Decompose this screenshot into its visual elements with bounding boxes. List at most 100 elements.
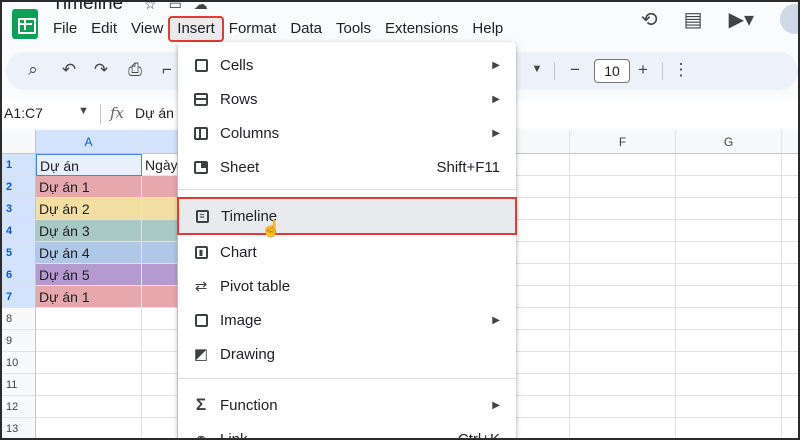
menu-item-drawing[interactable]: ◩ Drawing [178,337,516,371]
grid-cell[interactable] [676,154,782,176]
font-size-input[interactable]: 10 [594,59,630,83]
grid-cell[interactable] [782,418,798,438]
cell-b[interactable] [142,242,178,264]
name-box[interactable]: A1:C7 [4,105,43,121]
grid-cell[interactable] [676,220,782,242]
avatar[interactable] [780,4,798,34]
grid-cell[interactable] [516,286,570,308]
grid-cell[interactable] [782,330,798,352]
menu-edit[interactable]: Edit [84,18,124,40]
cell-a[interactable] [36,352,142,374]
row-header[interactable]: 13 [2,418,36,438]
grid-cell[interactable] [570,242,676,264]
grid-cell[interactable] [516,176,570,198]
menu-item-image[interactable]: Image ▶ [178,303,516,337]
name-box-dropdown-icon[interactable]: ▼ [78,105,89,117]
cell-b[interactable] [142,396,178,418]
cell-a[interactable]: Dự án 1 [36,286,142,308]
grid-cell[interactable] [782,286,798,308]
more-options-icon[interactable]: ⋮ [670,60,692,80]
select-all-corner[interactable] [2,130,36,154]
paint-format-icon[interactable]: ⌐ [156,60,178,80]
grid-cell[interactable] [516,264,570,286]
row-header[interactable]: 2 [2,176,36,198]
decrease-font-size-button[interactable]: − [564,60,586,80]
formula-input[interactable]: Dự án [135,105,174,121]
column-header-a[interactable]: A [36,130,142,154]
cell-a[interactable] [36,374,142,396]
grid-cell[interactable] [782,352,798,374]
grid-cell[interactable] [676,176,782,198]
row-header[interactable]: 12 [2,396,36,418]
cell-b[interactable] [142,176,178,198]
cell-a[interactable]: Dự án 3 [36,220,142,242]
cell-b[interactable]: Ngày [142,154,178,176]
grid-cell[interactable] [782,264,798,286]
menu-item-timeline[interactable]: ≡ Timeline ☝ [177,197,517,238]
grid-cell[interactable] [676,330,782,352]
grid-cell[interactable] [516,242,570,264]
grid-cell[interactable] [570,264,676,286]
cell-b[interactable] [142,220,178,242]
menu-item-rows[interactable]: Rows ▶ [178,82,516,116]
cell-b[interactable] [142,286,178,308]
grid-cell[interactable] [570,176,676,198]
menu-item-function[interactable]: Σ Function ▶ [178,388,516,422]
grid-cell[interactable] [570,396,676,418]
cell-a[interactable] [36,330,142,352]
row-header[interactable]: 6 [2,264,36,286]
grid-cell[interactable] [676,418,782,438]
cell-a[interactable] [36,418,142,438]
grid-cell[interactable] [676,286,782,308]
grid-cell[interactable] [570,286,676,308]
comments-icon[interactable]: ▤ [684,7,703,32]
menu-item-cells[interactable]: Cells ▶ [178,48,516,82]
cell-b[interactable] [142,374,178,396]
grid-cell[interactable] [782,308,798,330]
grid-cell[interactable] [782,220,798,242]
font-dropdown-caret-icon[interactable]: ▼ [526,63,548,75]
grid-cell[interactable] [570,308,676,330]
column-header-e[interactable] [516,130,570,154]
grid-cell[interactable] [676,308,782,330]
sheets-logo-icon[interactable] [12,9,38,39]
menu-item-columns[interactable]: Columns ▶ [178,116,516,150]
row-header[interactable]: 8 [2,308,36,330]
cell-b[interactable] [142,308,178,330]
row-header[interactable]: 7 [2,286,36,308]
grid-cell[interactable] [570,330,676,352]
grid-cell[interactable] [570,352,676,374]
print-icon[interactable]: ⎙ [124,60,146,80]
menu-format[interactable]: Format [222,18,284,40]
menu-item-pivot-table[interactable]: ⇄ Pivot table [178,269,516,303]
grid-cell[interactable] [782,396,798,418]
move-folder-icon[interactable]: ▭ [169,2,182,13]
cell-a[interactable]: Dự án 2 [36,198,142,220]
grid-cell[interactable] [676,374,782,396]
grid-cell[interactable] [570,374,676,396]
grid-cell[interactable] [676,242,782,264]
cell-b[interactable] [142,264,178,286]
grid-cell[interactable] [676,198,782,220]
row-header[interactable]: 9 [2,330,36,352]
grid-cell[interactable] [570,198,676,220]
cell-b[interactable] [142,330,178,352]
grid-cell[interactable] [782,374,798,396]
menu-help[interactable]: Help [465,18,510,40]
grid-cell[interactable] [516,330,570,352]
menu-file[interactable]: File [46,18,84,40]
meet-video-icon[interactable]: ▶▾ [729,7,754,32]
grid-cell[interactable] [516,418,570,438]
star-icon[interactable]: ☆ [144,2,157,13]
menu-view[interactable]: View [124,18,170,40]
row-header[interactable]: 10 [2,352,36,374]
menu-extensions[interactable]: Extensions [378,18,465,40]
grid-cell[interactable] [516,308,570,330]
cell-a[interactable]: Dự án 5 [36,264,142,286]
cell-a[interactable]: Dự án 4 [36,242,142,264]
search-menus-icon[interactable]: ⌕ [22,60,44,80]
row-header[interactable]: 3 [2,198,36,220]
column-header-h[interactable] [782,130,798,154]
grid-cell[interactable] [782,154,798,176]
column-header-b[interactable] [142,130,178,154]
